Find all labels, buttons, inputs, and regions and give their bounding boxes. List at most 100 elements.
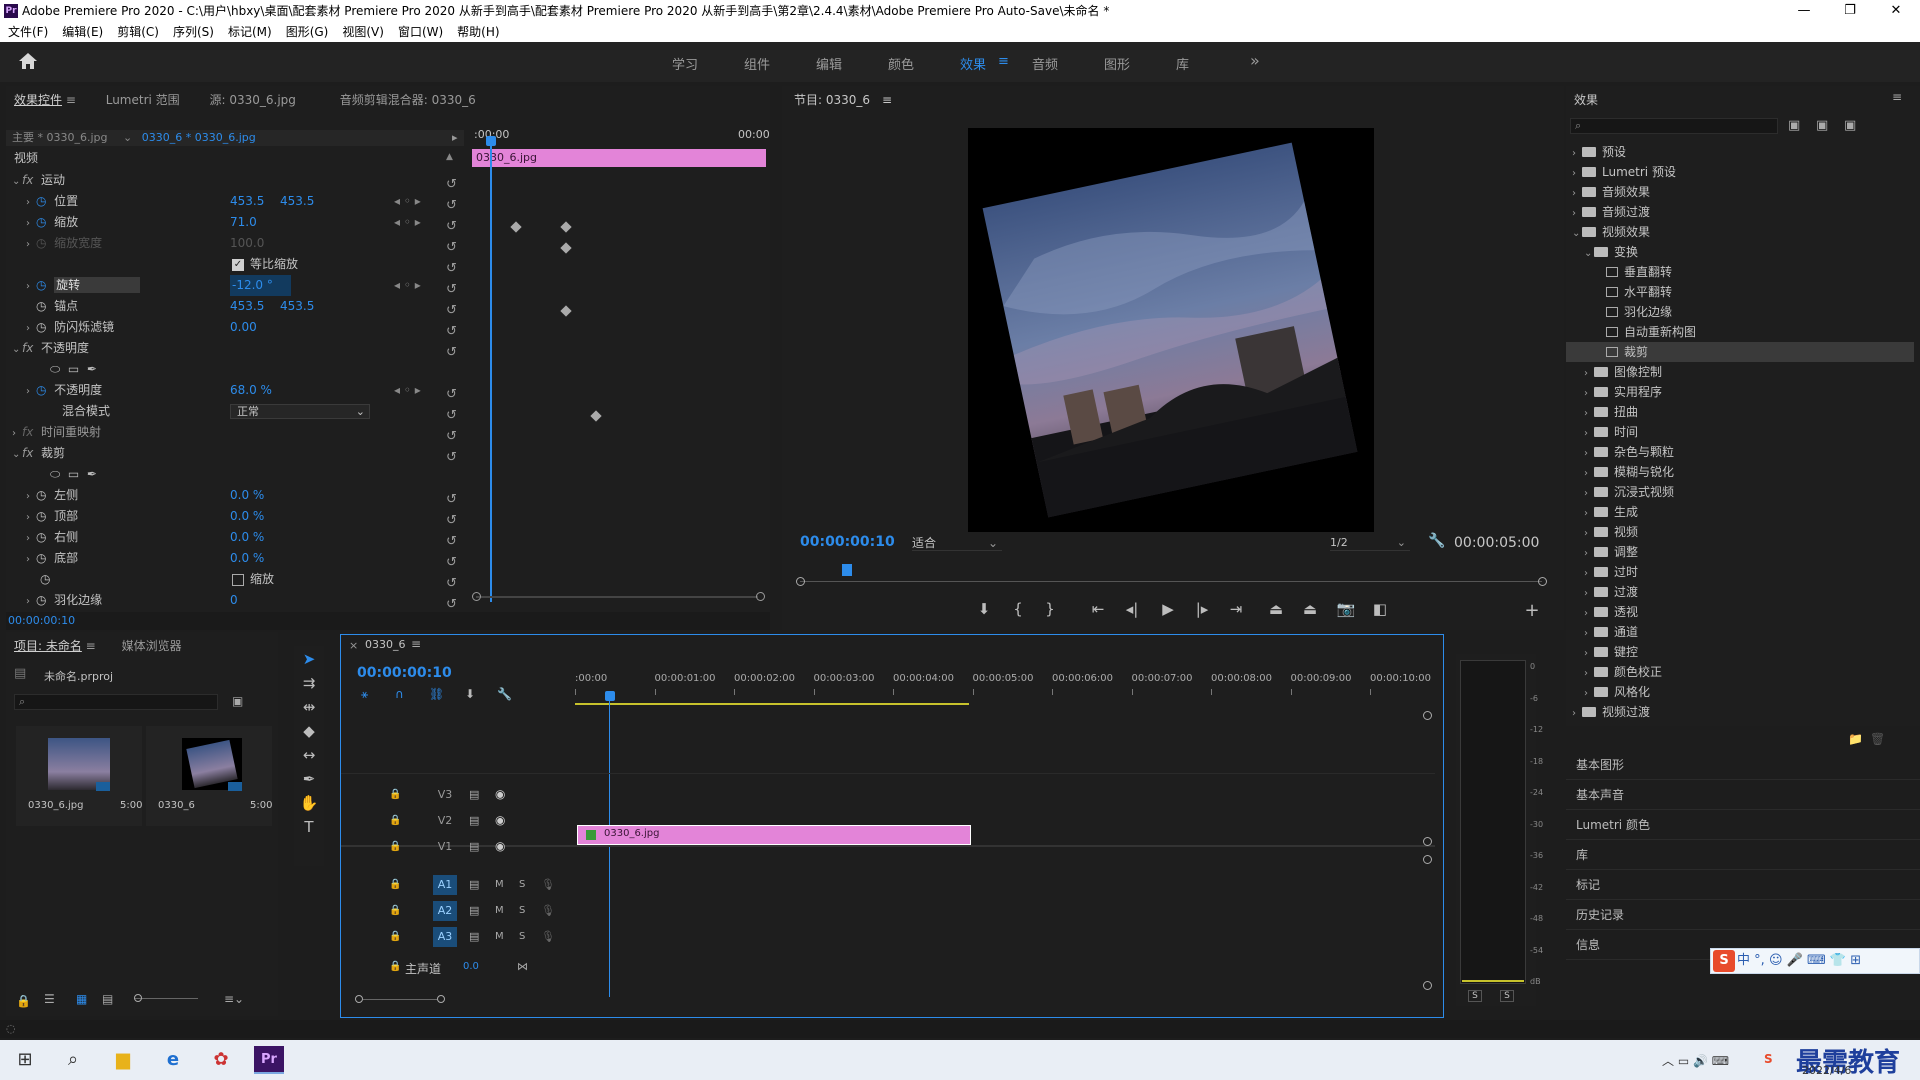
sync-lock-icon[interactable]: ▤ — [469, 878, 479, 891]
opacity-value[interactable]: 68.0 % — [230, 380, 272, 401]
keyframe[interactable] — [510, 221, 522, 233]
ripple-edit-tool-icon[interactable]: ⇹ — [294, 698, 324, 716]
pen-mask-icon[interactable]: ✒ — [87, 467, 97, 481]
sequence-clip-label[interactable]: 0330_6 * 0330_6.jpg — [142, 131, 256, 144]
panel-menu-icon[interactable]: ≡ — [882, 93, 892, 107]
sync-lock-icon[interactable]: ▤ — [469, 840, 479, 853]
minimize-button[interactable]: — — [1788, 0, 1820, 22]
keyframe-nav[interactable]: ◂ ◦ ▸ — [394, 380, 421, 401]
prop-opacity[interactable]: › ◷ 不透明度 68.0 % ◂ ◦ ▸ — [6, 380, 464, 401]
kf-zoom-scrollbar[interactable] — [476, 596, 758, 598]
program-viewer[interactable] — [968, 128, 1374, 532]
home-icon[interactable] — [18, 52, 38, 70]
keyframe-nav[interactable]: ◂ ◦ ▸ — [394, 212, 421, 233]
windows-start-icon[interactable]: ⊞ — [10, 1046, 40, 1074]
ime-keyboard-icon[interactable]: ⌨ — [1807, 953, 1826, 968]
chevron-right-icon[interactable]: › — [1584, 444, 1594, 464]
keyframe[interactable] — [560, 242, 572, 254]
workspace-graphics[interactable]: 图形 — [1104, 54, 1130, 73]
effects-tree-item[interactable]: › 杂色与颗粒 — [1566, 442, 1914, 462]
sync-lock-icon[interactable]: ▤ — [469, 814, 479, 827]
prop-flicker[interactable]: › ◷ 防闪烁滤镜 0.00 — [6, 317, 464, 338]
chevron-right-icon[interactable]: › — [1584, 544, 1594, 564]
side-panel-header[interactable]: 历史记录 — [1566, 900, 1920, 930]
master-clip-label[interactable]: 主要 * 0330_6.jpg — [12, 131, 108, 144]
chevron-right-icon[interactable]: › — [1584, 484, 1594, 504]
workspace-overflow-button[interactable]: » — [1250, 51, 1260, 70]
prop-anchor[interactable]: ◷ 锚点 453.5 453.5 — [6, 296, 464, 317]
voiceover-mic-icon[interactable]: 🎙 — [541, 878, 555, 891]
crop-top-value[interactable]: 0.0 % — [230, 506, 264, 527]
effects-tree-item[interactable]: 水平翻转 — [1566, 282, 1914, 302]
keyframe[interactable] — [560, 305, 572, 317]
chevron-down-icon[interactable]: ⌄ — [1584, 244, 1594, 264]
settings-wrench-icon[interactable]: 🔧 — [1428, 533, 1445, 549]
workspace-audio[interactable]: 音频 — [1032, 54, 1058, 73]
prop-feather[interactable]: › ◷ 羽化边缘 0 — [6, 590, 464, 611]
solo-right-button[interactable]: S — [1500, 990, 1514, 1002]
tab-project[interactable]: 项目: 未命名 — [14, 639, 82, 653]
side-panel-header[interactable]: 基本声音 — [1566, 780, 1920, 810]
track-label[interactable]: V3 — [433, 785, 457, 805]
effect-opacity-row[interactable]: ⌄ fx 不透明度 — [6, 338, 464, 359]
close-tab-icon[interactable]: × — [349, 639, 358, 652]
reset-icon[interactable]: ↺ — [446, 195, 457, 216]
reset-icon[interactable]: ↺ — [446, 342, 457, 363]
reset-icon[interactable]: ↺ — [446, 426, 457, 447]
program-timecode[interactable]: 00:00:00:10 — [800, 534, 895, 550]
v-scroll-handle[interactable] — [1423, 711, 1432, 720]
scale-value[interactable]: 71.0 — [230, 212, 257, 233]
maximize-button[interactable]: ❐ — [1834, 0, 1866, 22]
effect-crop-row[interactable]: ⌄ fx 裁剪 — [6, 443, 464, 464]
prop-scale[interactable]: › ◷ 缩放 71.0 ◂ ◦ ▸ — [6, 212, 464, 233]
delete-icon[interactable]: 🗑 — [1870, 732, 1885, 746]
workspace-editing[interactable]: 编辑 — [816, 54, 842, 73]
track-label[interactable]: A1 — [433, 875, 457, 895]
rotation-value[interactable]: -12.0 ° — [230, 275, 291, 296]
tab-lumetri-scopes[interactable]: Lumetri 范围 — [106, 93, 180, 107]
prop-crop-bottom[interactable]: › ◷ 底部 0.0 % — [6, 548, 464, 569]
thumbnail-size-handle[interactable] — [134, 994, 142, 1002]
kf-playhead[interactable] — [490, 140, 492, 602]
project-item[interactable]: 0330_6.jpg 5:00 — [16, 726, 142, 826]
tab-audio-clip-mixer[interactable]: 音频剪辑混合器: 0330_6 — [340, 93, 476, 107]
reset-icon[interactable]: ↺ — [446, 216, 457, 237]
ime-skin-icon[interactable]: 👕 — [1830, 953, 1846, 968]
file-explorer-icon[interactable]: ▆ — [108, 1046, 138, 1074]
reset-icon[interactable]: ↺ — [446, 510, 457, 531]
lock-icon[interactable]: 🔒 — [16, 994, 31, 1008]
ime-punct[interactable]: °, — [1754, 953, 1765, 968]
nest-toggle-icon[interactable]: ⚹ — [361, 687, 368, 702]
effects-tree-item[interactable]: ⌄ 视频效果 — [1566, 222, 1914, 242]
prop-blend-mode[interactable]: 混合模式 正常 ⌄ — [6, 401, 464, 422]
prop-crop-top[interactable]: › ◷ 顶部 0.0 % — [6, 506, 464, 527]
accelerated-effects-icon[interactable]: ▣ — [1788, 118, 1800, 133]
prop-crop-zoom[interactable]: ◷ 缩放 — [6, 569, 464, 590]
effects-tree-item[interactable]: › 调整 — [1566, 542, 1914, 562]
timeline-zoom-scrollbar[interactable] — [363, 999, 437, 1000]
menu-clip[interactable]: 剪辑(C) — [117, 25, 159, 39]
crop-bottom-value[interactable]: 0.0 % — [230, 548, 264, 569]
side-panel-header[interactable]: Lumetri 颜色 — [1566, 810, 1920, 840]
close-button[interactable]: ✕ — [1880, 0, 1912, 22]
extract-icon[interactable]: ⏏ — [1300, 600, 1320, 618]
icon-view-icon[interactable]: ▦ — [76, 992, 87, 1006]
ec-timecode[interactable]: 00:00:00:10 — [8, 614, 75, 627]
list-view-icon[interactable]: ☰ — [44, 992, 55, 1006]
sync-lock-icon[interactable]: ▤ — [469, 930, 479, 943]
zoom-handle-left[interactable] — [796, 577, 805, 586]
prop-crop-left[interactable]: › ◷ 左侧 0.0 % — [6, 485, 464, 506]
tab-source[interactable]: 源: 0330_6.jpg — [210, 93, 296, 107]
ime-emoji-icon[interactable]: ☺ — [1769, 953, 1783, 968]
kf-playhead-handle[interactable] — [486, 136, 496, 146]
tray-sogou-icon[interactable]: S — [1764, 1052, 1773, 1066]
hand-tool-icon[interactable]: ✋ — [294, 794, 324, 812]
workspace-effects[interactable]: 效果 — [960, 54, 986, 73]
prop-rotation[interactable]: › ◷ 旋转 -12.0 ° ◂ ◦ ▸ — [6, 275, 464, 296]
timeline-settings-icon[interactable]: 🔧 — [497, 687, 512, 701]
chevron-right-icon[interactable]: › — [1584, 684, 1594, 704]
timeline-tab[interactable]: 0330_6 — [365, 638, 406, 651]
reset-icon[interactable]: ↺ — [446, 531, 457, 552]
effects-tree-item[interactable]: › 沉浸式视频 — [1566, 482, 1914, 502]
chevron-right-icon[interactable]: › — [1584, 424, 1594, 444]
